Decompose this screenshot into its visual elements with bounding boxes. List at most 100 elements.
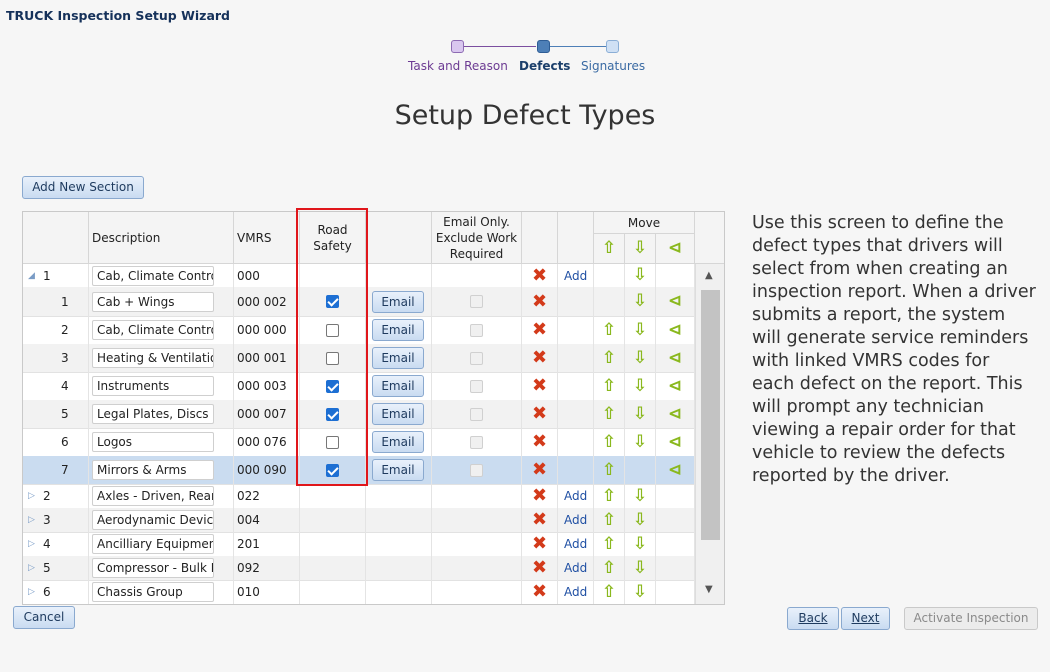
email-button[interactable]: Email — [372, 375, 424, 397]
move-out-icon[interactable]: ⊲ — [668, 321, 682, 339]
delete-icon[interactable]: ✖ — [532, 461, 547, 479]
description-input[interactable]: Cab + Wings — [92, 291, 214, 312]
activate-inspection-button[interactable]: Activate Inspection — [904, 607, 1038, 630]
email-only-checkbox[interactable] — [470, 463, 483, 477]
move-up-icon[interactable]: ⇧ — [602, 511, 616, 529]
move-up-icon[interactable]: ⇧ — [602, 559, 616, 577]
section-row[interactable]: ▷ 6 Chassis Group 010 ✖ Add ⇧ ⇩ — [23, 580, 695, 604]
move-up-icon[interactable]: ⇧ — [602, 583, 616, 601]
delete-icon[interactable]: ✖ — [532, 377, 547, 395]
description-input[interactable]: Ancilliary Equipment — [92, 534, 214, 554]
email-only-checkbox[interactable] — [470, 295, 483, 308]
step-node-task-and-reason[interactable] — [451, 40, 464, 53]
move-down-icon[interactable]: ⇩ — [633, 321, 647, 339]
add-link[interactable]: Add — [564, 585, 587, 599]
scrollbar-thumb[interactable] — [701, 290, 720, 540]
move-down-icon[interactable]: ⇩ — [633, 487, 647, 505]
description-input[interactable]: Mirrors & Arms — [92, 460, 214, 480]
move-up-icon[interactable]: ⇧ — [602, 487, 616, 505]
move-up-icon[interactable]: ⇧ — [602, 461, 616, 479]
step-node-signatures[interactable] — [606, 40, 619, 53]
move-down-icon[interactable]: ⇩ — [633, 405, 647, 423]
scroll-up-icon[interactable]: ▲ — [705, 270, 713, 281]
step-node-defects[interactable] — [537, 40, 550, 53]
move-up-icon[interactable]: ⇧ — [602, 321, 616, 339]
expand-icon[interactable]: ▷ — [28, 539, 40, 549]
move-down-icon[interactable]: ⇩ — [633, 293, 647, 310]
delete-icon[interactable]: ✖ — [532, 292, 547, 311]
email-button[interactable]: Email — [372, 319, 424, 341]
move-out-icon[interactable]: ⊲ — [668, 405, 682, 423]
back-button[interactable]: Back — [787, 607, 839, 630]
move-down-icon[interactable]: ⇩ — [633, 583, 647, 601]
move-down-icon[interactable]: ⇩ — [633, 535, 647, 553]
description-input[interactable]: Chassis Group — [92, 582, 214, 602]
description-input[interactable]: Axles - Driven, Rear — [92, 486, 214, 506]
description-input[interactable]: Legal Plates, Discs & — [92, 404, 214, 424]
delete-icon[interactable]: ✖ — [532, 511, 547, 529]
move-down-icon[interactable]: ⇩ — [633, 377, 647, 395]
add-new-section-button[interactable]: Add New Section — [22, 176, 144, 199]
description-input[interactable]: Heating & Ventilation — [92, 348, 214, 368]
next-button[interactable]: Next — [841, 607, 890, 630]
delete-icon[interactable]: ✖ — [532, 535, 547, 553]
delete-icon[interactable]: ✖ — [532, 433, 547, 451]
description-input[interactable]: Cab, Climate Control — [92, 320, 214, 340]
expand-icon[interactable]: ▷ — [28, 515, 40, 525]
delete-icon[interactable]: ✖ — [532, 321, 547, 339]
step-label-defects[interactable]: Defects — [519, 59, 570, 73]
description-input[interactable]: Compressor - Bulk P — [92, 558, 214, 578]
move-up-icon[interactable]: ⇧ — [602, 377, 616, 395]
move-down-icon[interactable]: ⇩ — [633, 267, 647, 284]
email-button[interactable]: Email — [372, 290, 424, 313]
email-button[interactable]: Email — [372, 459, 424, 481]
delete-icon[interactable]: ✖ — [532, 405, 547, 423]
add-link[interactable]: Add — [564, 269, 587, 283]
move-up-icon[interactable]: ⇧ — [602, 535, 616, 553]
add-link[interactable]: Add — [564, 537, 587, 551]
step-label-task-and-reason[interactable]: Task and Reason — [408, 59, 508, 73]
expand-icon[interactable]: ▷ — [28, 563, 40, 573]
move-out-icon[interactable]: ⊲ — [668, 433, 682, 451]
delete-icon[interactable]: ✖ — [532, 583, 547, 601]
step-label-signatures[interactable]: Signatures — [581, 59, 645, 73]
add-link[interactable]: Add — [564, 513, 587, 527]
email-only-checkbox[interactable] — [470, 351, 483, 365]
email-only-checkbox[interactable] — [470, 435, 483, 449]
email-only-checkbox[interactable] — [470, 379, 483, 393]
email-only-checkbox[interactable] — [470, 323, 483, 337]
collapse-icon[interactable]: ◢ — [28, 271, 40, 281]
move-out-icon[interactable]: ⊲ — [668, 377, 682, 395]
move-up-icon[interactable]: ⇧ — [602, 433, 616, 451]
move-down-icon[interactable]: ⇩ — [633, 433, 647, 451]
vertical-scrollbar[interactable]: ▲ ▼ — [695, 264, 724, 604]
email-button[interactable]: Email — [372, 431, 424, 453]
email-only-checkbox[interactable] — [470, 407, 483, 421]
email-button[interactable]: Email — [372, 403, 424, 425]
section-row[interactable]: ▷ 4 Ancilliary Equipment 201 ✖ Add ⇧ ⇩ — [23, 532, 695, 557]
move-out-icon[interactable]: ⊲ — [668, 293, 682, 310]
expand-icon[interactable]: ▷ — [28, 587, 40, 597]
delete-icon[interactable]: ✖ — [532, 487, 547, 505]
move-up-icon[interactable]: ⇧ — [602, 405, 616, 423]
email-button[interactable]: Email — [372, 347, 424, 369]
move-down-icon[interactable]: ⇩ — [633, 349, 647, 367]
move-out-icon[interactable]: ⊲ — [668, 349, 682, 367]
add-link[interactable]: Add — [564, 561, 587, 575]
section-row[interactable]: ▷ 5 Compressor - Bulk P 092 ✖ Add ⇧ ⇩ — [23, 556, 695, 581]
description-input[interactable]: Instruments — [92, 376, 214, 396]
move-down-icon[interactable]: ⇩ — [633, 511, 647, 529]
cancel-button[interactable]: Cancel — [13, 606, 75, 629]
move-up-icon[interactable]: ⇧ — [602, 349, 616, 367]
delete-icon[interactable]: ✖ — [532, 266, 547, 285]
section-row[interactable]: ▷ 3 Aerodynamic Devices 004 ✖ Add ⇧ ⇩ — [23, 508, 695, 533]
delete-icon[interactable]: ✖ — [532, 349, 547, 367]
delete-icon[interactable]: ✖ — [532, 559, 547, 577]
move-down-icon[interactable]: ⇩ — [633, 559, 647, 577]
scroll-down-icon[interactable]: ▼ — [705, 584, 713, 595]
description-input[interactable]: Cab, Climate Control — [92, 265, 214, 286]
section-row[interactable]: ▷ 2 Axles - Driven, Rear 022 ✖ Add ⇧ ⇩ — [23, 484, 695, 509]
description-input[interactable]: Aerodynamic Devices — [92, 510, 214, 530]
add-link[interactable]: Add — [564, 489, 587, 503]
move-out-icon[interactable]: ⊲ — [668, 461, 682, 479]
